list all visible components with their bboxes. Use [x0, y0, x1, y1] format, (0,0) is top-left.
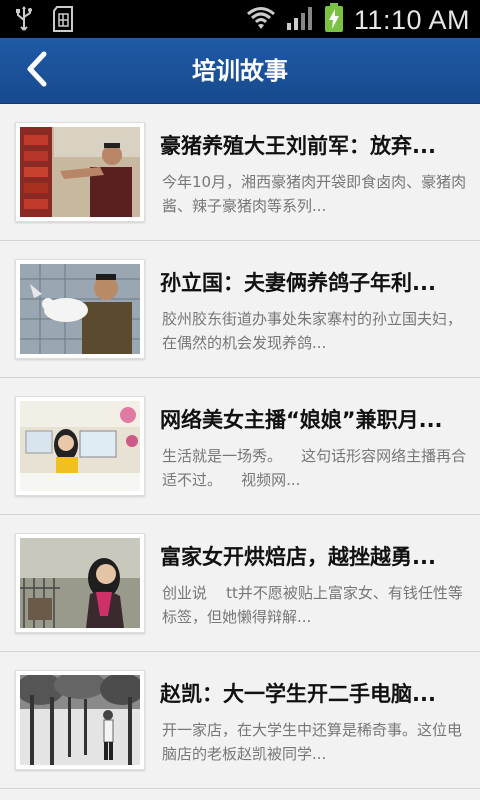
status-bar: 11:10 AM	[0, 0, 480, 38]
status-left	[14, 6, 74, 36]
article-summary: 今年10月，湘西豪猪肉开袋即食卤肉、豪猪肉酱、辣子豪猪肉等系列...	[162, 173, 467, 215]
article-item[interactable]: 孙立国：夫妻俩养鸽子年利... 胶州胶东街道办事处朱家寨村的孙立国夫妇，在偶然的…	[0, 241, 480, 378]
article-summary: 胶州胶东街道办事处朱家寨村的孙立国夫妇，在偶然的机会发现养鸽...	[162, 310, 463, 352]
article-title: 孙立国：夫妻俩养鸽子年利...	[160, 271, 436, 295]
photo-man-in-trees	[20, 675, 140, 765]
article-thumbnail	[15, 259, 145, 359]
photo-man-with-pigeon	[20, 264, 140, 354]
article-item[interactable]: 网络美女主播“娘娘”兼职月... 生活就是一场秀。 这句话形容网络主播再合适不过…	[0, 378, 480, 515]
page-title: 培训故事	[192, 57, 288, 85]
article-thumbnail	[15, 122, 145, 222]
article-thumbnail	[15, 670, 145, 770]
article-item[interactable]: 豪猪养殖大王刘前军：放弃... 今年10月，湘西豪猪肉开袋即食卤肉、豪猪肉酱、辣…	[0, 104, 480, 241]
article-title: 豪猪养殖大王刘前军：放弃...	[160, 134, 436, 158]
status-time: 11:10 AM	[353, 4, 470, 35]
signal-icon	[286, 5, 314, 35]
article-title: 网络美女主播“娘娘”兼职月...	[160, 408, 443, 432]
battery-charging-icon	[324, 3, 344, 37]
photo-woman-cafe	[20, 538, 140, 628]
article-title: 富家女开烘焙店，越挫越勇...	[160, 545, 436, 569]
article-summary: 创业说 tt并不愿被贴上富家女、有钱任性等标签，但她懒得辩解...	[162, 584, 463, 626]
article-title: 赵凯：大一学生开二手电脑...	[160, 682, 436, 706]
status-right: 11:10 AM	[246, 3, 470, 37]
article-item[interactable]: 富家女开烘焙店，越挫越勇... 创业说 tt并不愿被贴上富家女、有钱任性等标签，…	[0, 515, 480, 652]
photo-woman-at-computer	[20, 401, 140, 491]
usb-icon	[14, 6, 34, 36]
app-bar: 培训故事	[0, 38, 480, 104]
photo-man-at-shelf	[20, 127, 140, 217]
article-list: 豪猪养殖大王刘前军：放弃... 今年10月，湘西豪猪肉开袋即食卤肉、豪猪肉酱、辣…	[0, 104, 480, 789]
article-thumbnail	[15, 396, 145, 496]
article-summary: 生活就是一场秀。 这句话形容网络主播再合适不过。 视频网...	[162, 447, 467, 489]
wifi-icon	[246, 5, 276, 35]
article-summary: 开一家店，在大学生中还算是稀奇事。这位电脑店的老板赵凯被同学...	[162, 721, 463, 763]
sd-card-icon	[52, 6, 74, 36]
article-item[interactable]: 赵凯：大一学生开二手电脑... 开一家店，在大学生中还算是稀奇事。这位电脑店的老…	[0, 652, 480, 789]
article-thumbnail	[15, 533, 145, 633]
